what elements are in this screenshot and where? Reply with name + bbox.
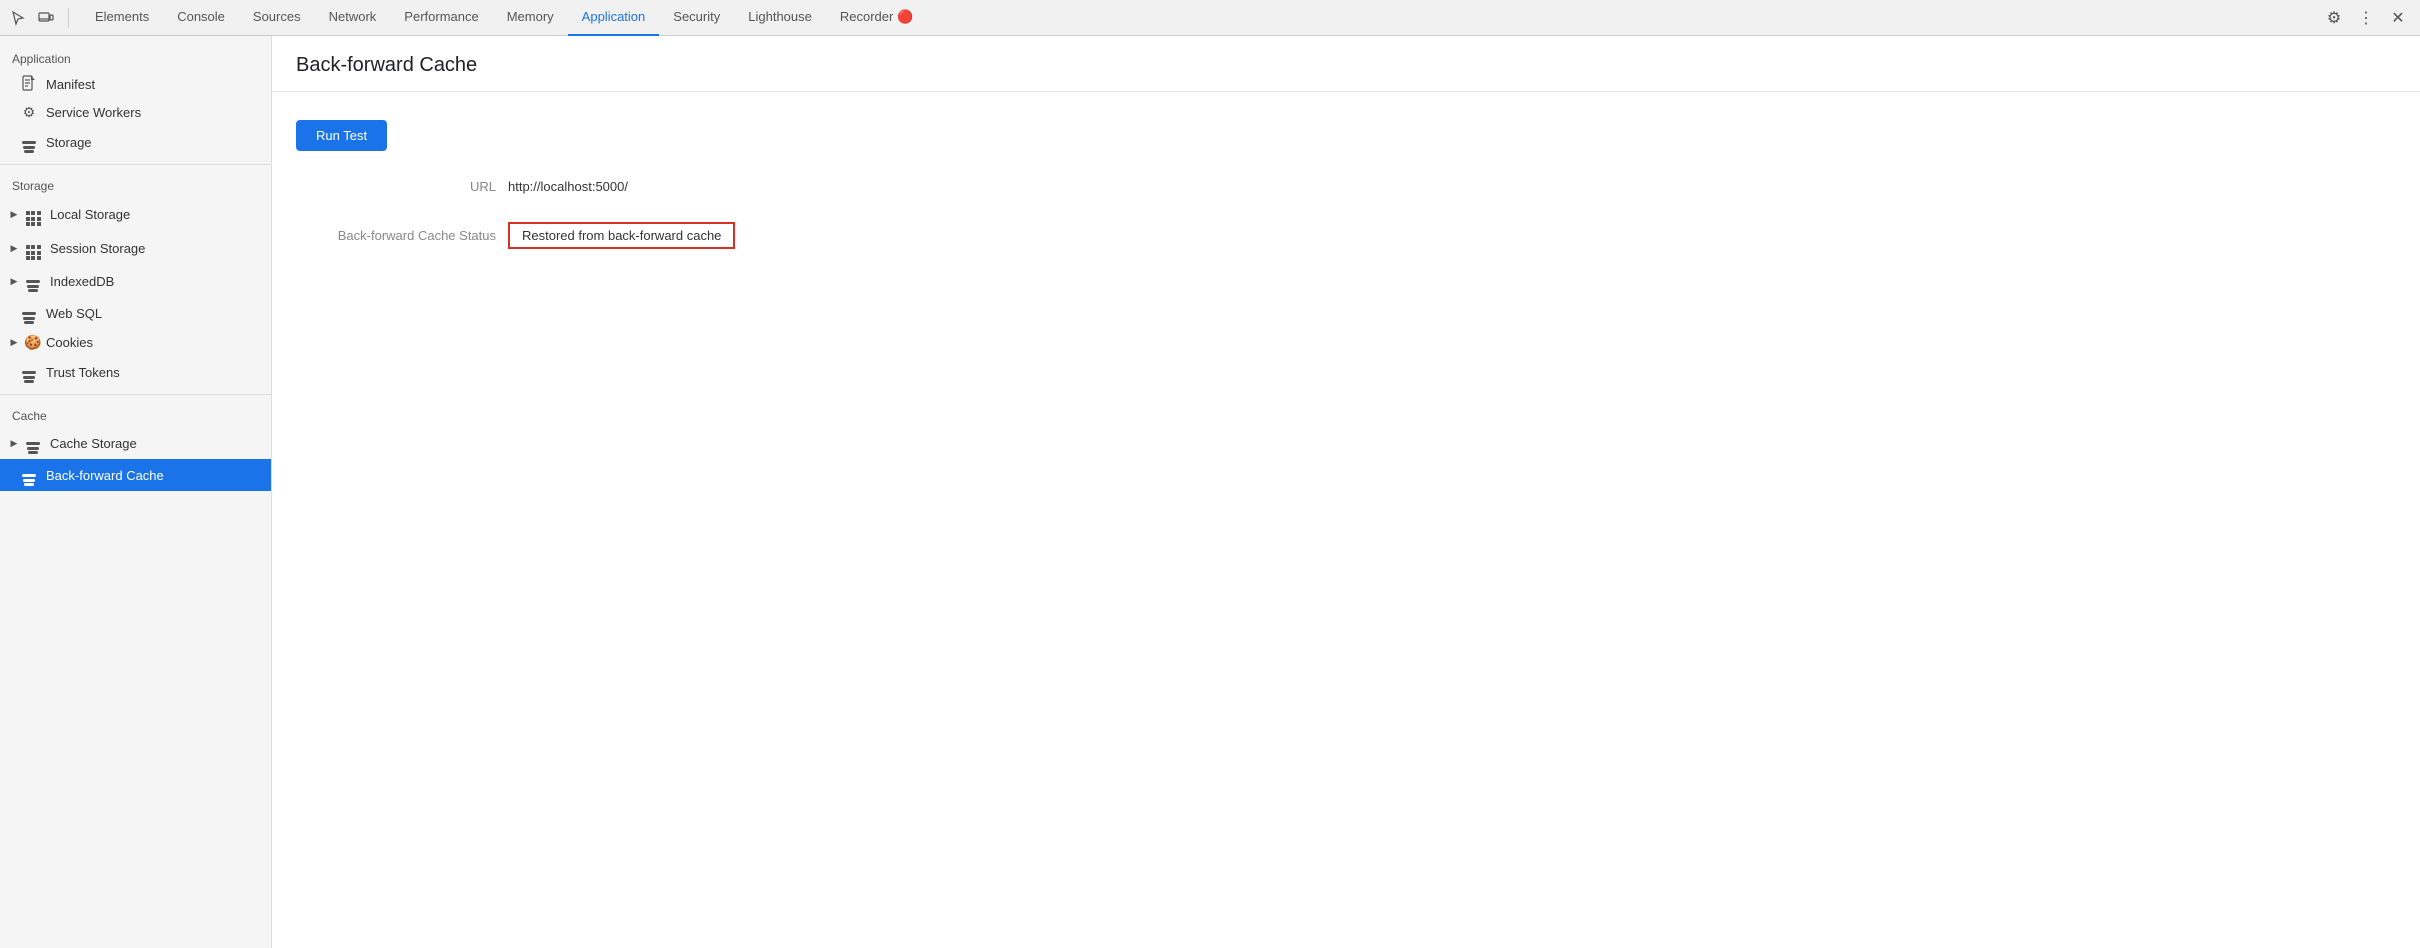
- url-label: URL: [296, 179, 496, 194]
- tab-recorder[interactable]: Recorder 🔴: [826, 0, 927, 36]
- cache-storage-label: Cache Storage: [50, 436, 137, 451]
- tab-console[interactable]: Console: [163, 0, 239, 36]
- main-layout: Application Manifest ⚙ Service Workers: [0, 36, 2420, 948]
- cache-status-value: Restored from back-forward cache: [508, 222, 735, 249]
- sidebar-item-session-storage[interactable]: ▶ Session Storage: [0, 231, 271, 265]
- service-workers-icon: ⚙: [20, 104, 38, 121]
- local-storage-icon: [24, 202, 42, 226]
- local-storage-label: Local Storage: [50, 207, 130, 222]
- cookies-arrow: ▶: [8, 337, 20, 349]
- sidebar-item-manifest[interactable]: Manifest: [0, 70, 271, 99]
- run-test-button[interactable]: Run Test: [296, 120, 387, 151]
- cache-status-label: Back-forward Cache Status: [296, 228, 496, 243]
- sidebar-item-trust-tokens[interactable]: Trust Tokens: [0, 356, 271, 388]
- tab-lighthouse[interactable]: Lighthouse: [734, 0, 826, 36]
- tab-performance[interactable]: Performance: [390, 0, 492, 36]
- sidebar-item-cache-storage[interactable]: ▶ Cache Storage: [0, 427, 271, 459]
- cache-storage-icon: [24, 432, 42, 454]
- tab-memory[interactable]: Memory: [493, 0, 568, 36]
- sidebar-section-application: Application: [0, 44, 271, 70]
- tab-sources[interactable]: Sources: [239, 0, 315, 36]
- trust-tokens-label: Trust Tokens: [46, 365, 120, 380]
- back-forward-cache-icon: [20, 464, 38, 486]
- cursor-icon[interactable]: [8, 8, 28, 28]
- tab-bar: Elements Console Sources Network Perform…: [0, 0, 2420, 36]
- web-sql-label: Web SQL: [46, 306, 102, 321]
- sidebar-item-cookies[interactable]: ▶ 🍪 Cookies: [0, 329, 271, 356]
- manifest-label: Manifest: [46, 77, 95, 92]
- toolbar-icons: [8, 8, 69, 28]
- tab-application[interactable]: Application: [568, 0, 660, 36]
- cookies-icon: 🍪: [24, 334, 42, 351]
- device-icon[interactable]: [36, 8, 56, 28]
- content-area: Back-forward Cache Run Test URL http://l…: [272, 36, 2420, 948]
- manifest-icon: [20, 75, 38, 94]
- trust-tokens-icon: [20, 361, 38, 383]
- cache-storage-arrow: ▶: [8, 437, 20, 449]
- sidebar-item-storage-overview[interactable]: Storage: [0, 126, 271, 158]
- tab-bar-right: ⚙ ⋮ ✕: [2320, 4, 2412, 32]
- page-title: Back-forward Cache: [272, 36, 2420, 92]
- sidebar-divider-1: [0, 164, 271, 165]
- session-storage-icon: [24, 236, 42, 260]
- url-value: http://localhost:5000/: [508, 179, 628, 194]
- sidebar-item-service-workers[interactable]: ⚙ Service Workers: [0, 99, 271, 126]
- indexed-db-arrow: ▶: [8, 275, 20, 287]
- cookies-label: Cookies: [46, 335, 93, 350]
- storage-overview-icon: [20, 131, 38, 153]
- local-storage-arrow: ▶: [8, 208, 20, 220]
- session-storage-arrow: ▶: [8, 242, 20, 254]
- cache-status-row: Back-forward Cache Status Restored from …: [296, 222, 2396, 249]
- sidebar: Application Manifest ⚙ Service Workers: [0, 36, 272, 948]
- indexed-db-label: IndexedDB: [50, 274, 114, 289]
- sidebar-item-back-forward-cache[interactable]: Back-forward Cache: [0, 459, 271, 491]
- url-row: URL http://localhost:5000/: [296, 179, 2396, 194]
- sidebar-item-indexed-db[interactable]: ▶ IndexedDB: [0, 265, 271, 297]
- settings-icon[interactable]: ⚙: [2320, 4, 2348, 32]
- tab-elements[interactable]: Elements: [81, 0, 163, 36]
- sidebar-item-local-storage[interactable]: ▶ Local Storage: [0, 197, 271, 231]
- content-body: Run Test URL http://localhost:5000/ Back…: [272, 92, 2420, 277]
- close-icon[interactable]: ✕: [2384, 4, 2412, 32]
- more-options-icon[interactable]: ⋮: [2352, 4, 2380, 32]
- web-sql-icon: [20, 302, 38, 324]
- sidebar-section-storage: Storage: [0, 171, 271, 197]
- storage-label: Storage: [46, 135, 92, 150]
- sidebar-divider-2: [0, 394, 271, 395]
- service-workers-label: Service Workers: [46, 105, 141, 120]
- tab-security[interactable]: Security: [659, 0, 734, 36]
- sidebar-section-cache: Cache: [0, 401, 271, 427]
- indexed-db-icon: [24, 270, 42, 292]
- session-storage-label: Session Storage: [50, 241, 145, 256]
- tab-network[interactable]: Network: [315, 0, 391, 36]
- sidebar-item-web-sql[interactable]: Web SQL: [0, 297, 271, 329]
- back-forward-cache-label: Back-forward Cache: [46, 468, 164, 483]
